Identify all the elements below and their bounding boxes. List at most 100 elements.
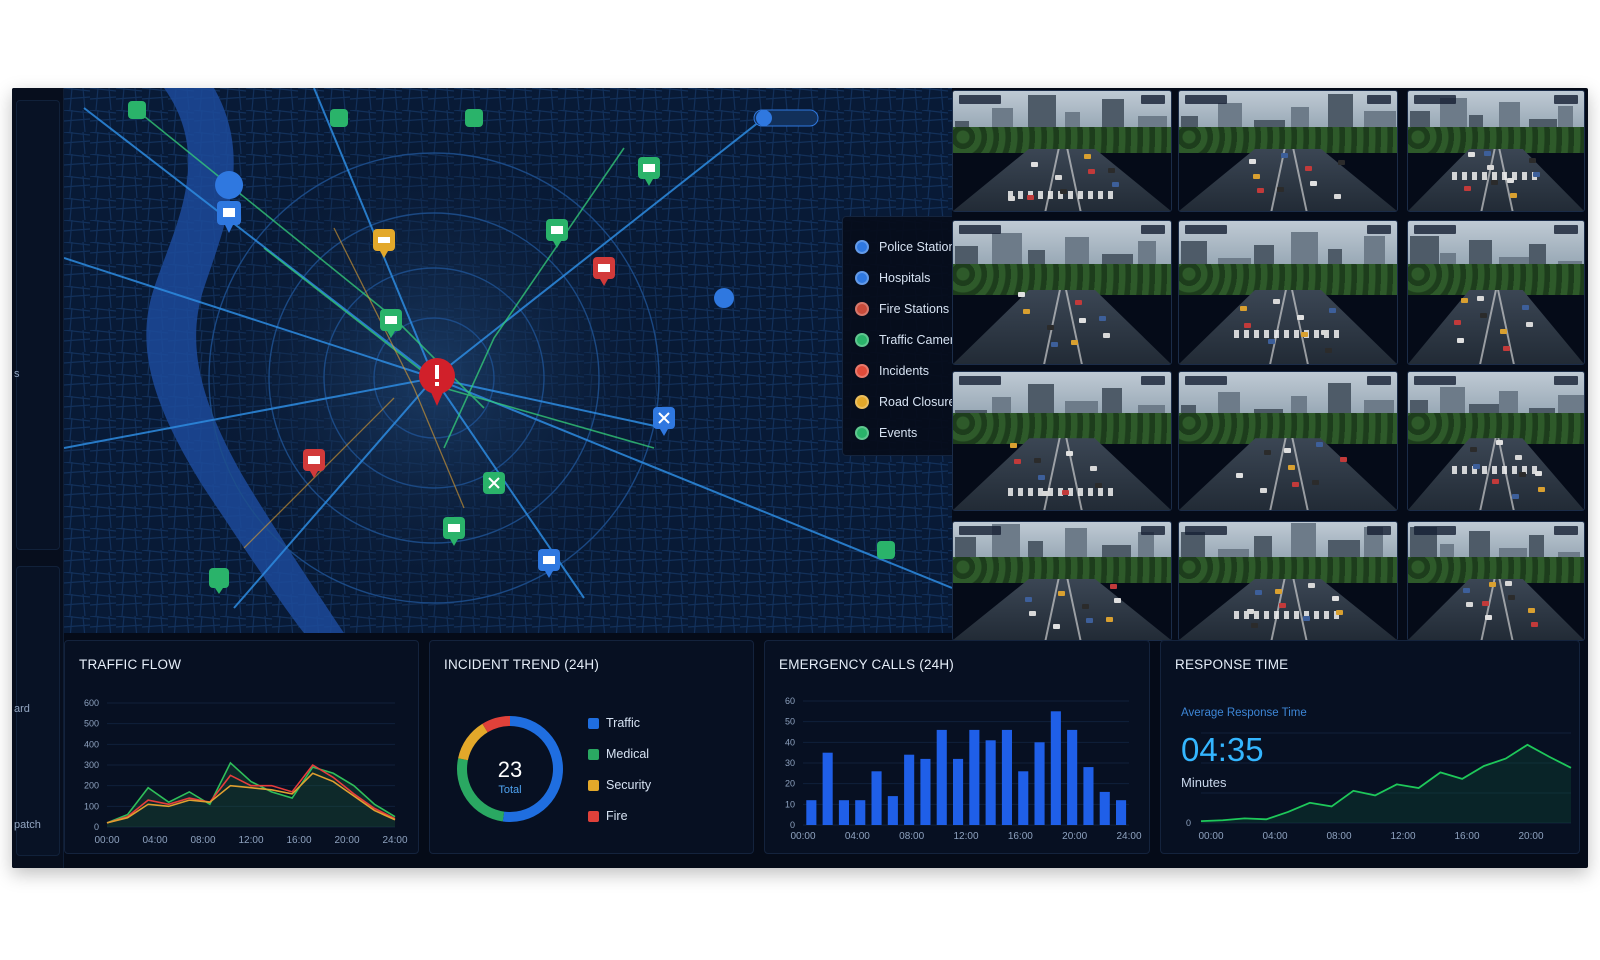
x-tick-label: 00:00: [94, 835, 119, 846]
x-tick-label: 12:00: [1390, 831, 1415, 842]
events-marker-5[interactable]: [465, 109, 483, 127]
y-tick-label: 500: [84, 719, 99, 729]
camera-feed[interactable]: [1407, 220, 1585, 365]
emergency-calls-panel: EMERGENCY CALLS (24H) 0 10 20 30 40 50 60 00:00…: [764, 640, 1150, 854]
x-tick-label: 20:00: [1518, 831, 1543, 842]
x-tick-label: 00:00: [790, 831, 815, 842]
camera-feed[interactable]: [1407, 371, 1585, 511]
events-marker-6[interactable]: [877, 541, 895, 559]
y-tick-label: 0: [1186, 818, 1191, 828]
police-station-marker-3[interactable]: [753, 109, 819, 127]
camera-feed[interactable]: [1178, 371, 1398, 511]
y-tick-label: 30: [785, 758, 795, 768]
legend-label: Hospitals: [879, 270, 931, 285]
legend-label: Road Closures: [879, 394, 952, 409]
x-tick-label: 12:00: [238, 835, 263, 846]
incident-category: Traffic: [606, 716, 641, 730]
incident-trend-panel: INCIDENT TREND (24H) 23 Total Traffic12 …: [429, 640, 898, 854]
camera-feed[interactable]: [1178, 90, 1398, 212]
call-bar: [822, 752, 833, 825]
x-tick-label: 24:00: [382, 835, 407, 846]
donut-slice: [458, 723, 488, 761]
legend-item[interactable]: Road Closures: [855, 386, 952, 417]
sidebar-label-1[interactable]: s: [14, 368, 20, 380]
legend-item[interactable]: Traffic Cameras: [855, 324, 952, 355]
call-bar: [936, 729, 947, 825]
sidebar-label-dashboard[interactable]: ard: [14, 703, 30, 715]
traffic-flow-panel: TRAFFIC FLOW 0 100 200 300 400 500 600 00:00 04:…: [64, 640, 419, 854]
call-bar: [838, 800, 849, 825]
sidebar-panel-top: [16, 100, 60, 550]
legend-label: Events: [879, 425, 918, 440]
call-bar: [1034, 742, 1045, 825]
camera-feed[interactable]: [952, 521, 1172, 641]
legend-marker-icon: [855, 332, 869, 347]
x-tick-label: 16:00: [1008, 831, 1033, 842]
legend-label: Police Stations: [879, 239, 952, 254]
call-bar: [904, 754, 915, 825]
y-tick-label: 40: [785, 737, 795, 747]
legend-item[interactable]: Police Stations: [855, 231, 952, 262]
legend-marker-icon: [855, 239, 869, 254]
x-tick-label: 04:00: [1262, 831, 1287, 842]
y-tick-label: 200: [84, 781, 99, 791]
x-tick-label: 24:00: [1116, 831, 1141, 842]
x-tick-label: 00:00: [1198, 831, 1223, 842]
x-tick-label: 16:00: [1454, 831, 1479, 842]
legend-item[interactable]: Events: [855, 417, 952, 448]
incident-color-swatch: [588, 717, 599, 729]
y-tick-label: 300: [84, 760, 99, 770]
camera-feed[interactable]: [952, 220, 1172, 365]
call-bar: [985, 740, 996, 825]
city-map[interactable]: Police Stations Hospitals Fire Stations Tra…: [64, 88, 952, 633]
x-tick-label: 04:00: [142, 835, 167, 846]
legend-label: Traffic Cameras: [879, 332, 952, 347]
control-center-screen: s ard patch Police Station Hospitals Fir…: [12, 88, 1588, 868]
x-tick-label: 08:00: [190, 835, 215, 846]
events-marker-4[interactable]: [128, 101, 146, 119]
camera-feed[interactable]: [1407, 90, 1585, 212]
incident-legend-row: Medical6 (26%): [588, 744, 898, 764]
response-area: [1201, 744, 1571, 823]
map-graphic[interactable]: [64, 88, 952, 633]
camera-feed[interactable]: [1407, 521, 1585, 641]
call-bar: [1116, 800, 1127, 825]
y-tick-label: 10: [785, 799, 795, 809]
incident-category: Medical: [606, 747, 650, 761]
y-tick-label: 600: [84, 698, 99, 708]
legend-label: Incidents: [879, 363, 930, 378]
camera-feed[interactable]: [952, 90, 1172, 212]
police-station-marker[interactable]: [215, 171, 244, 233]
traffic-camera-marker-4[interactable]: [483, 472, 505, 494]
traffic-flow-chart: 0 100 200 300 400 500 600 00:00 04:00 08:00 12:00 1…: [84, 698, 408, 846]
y-tick-label: 0: [94, 822, 99, 832]
response-time-chart: 0 00:00 04:00 08:00 12:00 16:00 20:00: [1186, 732, 1572, 842]
x-tick-label: 12:00: [953, 831, 978, 842]
legend-item[interactable]: Incidents: [855, 355, 952, 386]
legend-marker-icon: [855, 394, 869, 409]
legend-marker-icon: [855, 425, 869, 440]
police-station-marker-2[interactable]: [714, 288, 734, 308]
call-bar: [969, 729, 980, 825]
call-bar: [1001, 729, 1012, 825]
call-bar: [806, 800, 817, 825]
events-marker-3[interactable]: [330, 109, 348, 127]
sidebar-label-dispatch[interactable]: patch: [14, 819, 41, 831]
camera-feed[interactable]: [1178, 220, 1398, 365]
camera-feed[interactable]: [1178, 521, 1398, 641]
legend-item[interactable]: Fire Stations: [855, 293, 952, 324]
incident-category: Fire: [606, 809, 628, 823]
x-tick-label: 08:00: [899, 831, 924, 842]
incident-total-label: Total: [498, 784, 522, 796]
call-bar: [855, 800, 866, 825]
incident-total-value: 23: [497, 757, 523, 782]
call-bar: [1083, 767, 1094, 825]
call-bar: [887, 796, 898, 825]
camera-feed[interactable]: [952, 371, 1172, 511]
call-bar: [1099, 791, 1110, 825]
call-bar: [871, 771, 882, 825]
legend-item[interactable]: Hospitals: [855, 262, 952, 293]
incident-color-swatch: [588, 748, 599, 760]
x-tick-label: 04:00: [845, 831, 870, 842]
incident-legend-row: Traffic12 (52%): [588, 713, 898, 733]
